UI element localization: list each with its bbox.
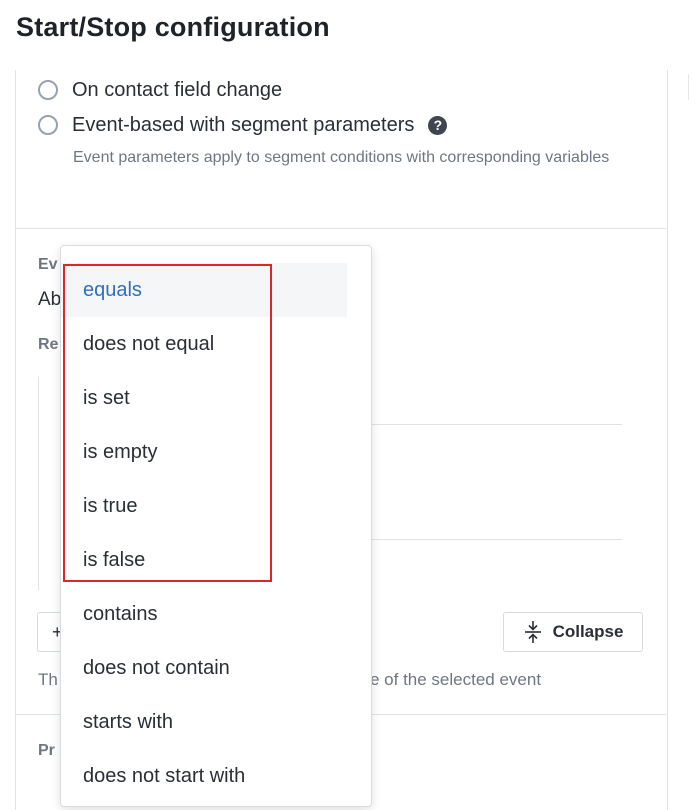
collapse-label: Collapse [552, 622, 624, 641]
option-is-true[interactable]: is true [61, 479, 347, 533]
option-does-not-equal[interactable]: does not equal [61, 317, 347, 371]
properties-label: Pr [38, 742, 55, 759]
condition-group-border [38, 377, 39, 590]
operator-dropdown-menu[interactable]: equals does not equal is set is empty is… [60, 245, 372, 807]
right-edge-divider [688, 74, 689, 100]
event-value: Ab [38, 289, 62, 310]
option-does-not-contain[interactable]: does not contain [61, 641, 347, 695]
page-title: Start/Stop configuration [16, 12, 330, 42]
option-is-empty[interactable]: is empty [61, 425, 347, 479]
radio-circle[interactable] [38, 80, 58, 100]
option-is-set[interactable]: is set [61, 371, 347, 425]
radio-circle[interactable] [38, 115, 58, 135]
condition-divider [370, 539, 622, 540]
radio-event-based[interactable]: Event-based with segment parameters ? [38, 112, 448, 138]
condition-divider [370, 424, 622, 425]
option-is-false[interactable]: is false [61, 533, 347, 587]
option-contains[interactable]: contains [61, 587, 347, 641]
radio-on-contact-field-change[interactable]: On contact field change [38, 77, 282, 103]
event-label: Ev [38, 256, 58, 273]
option-equals[interactable]: equals [61, 263, 347, 317]
collapse-button[interactable]: Collapse [503, 612, 643, 652]
radio-label: Event-based with segment parameters [72, 113, 415, 136]
help-icon[interactable]: ? [428, 115, 448, 135]
footer-text-end: e of the selected event [370, 670, 542, 689]
footer-text-start: Th [38, 670, 58, 689]
option-does-not-start-with[interactable]: does not start with [61, 749, 347, 803]
rules-label: Re [38, 336, 59, 353]
option-starts-with[interactable]: starts with [61, 695, 347, 749]
collapse-vertical-icon [524, 621, 541, 643]
section-divider [15, 228, 666, 229]
radio-label: On contact field change [72, 78, 283, 101]
event-parameters-hint: Event parameters apply to segment condit… [73, 149, 610, 166]
